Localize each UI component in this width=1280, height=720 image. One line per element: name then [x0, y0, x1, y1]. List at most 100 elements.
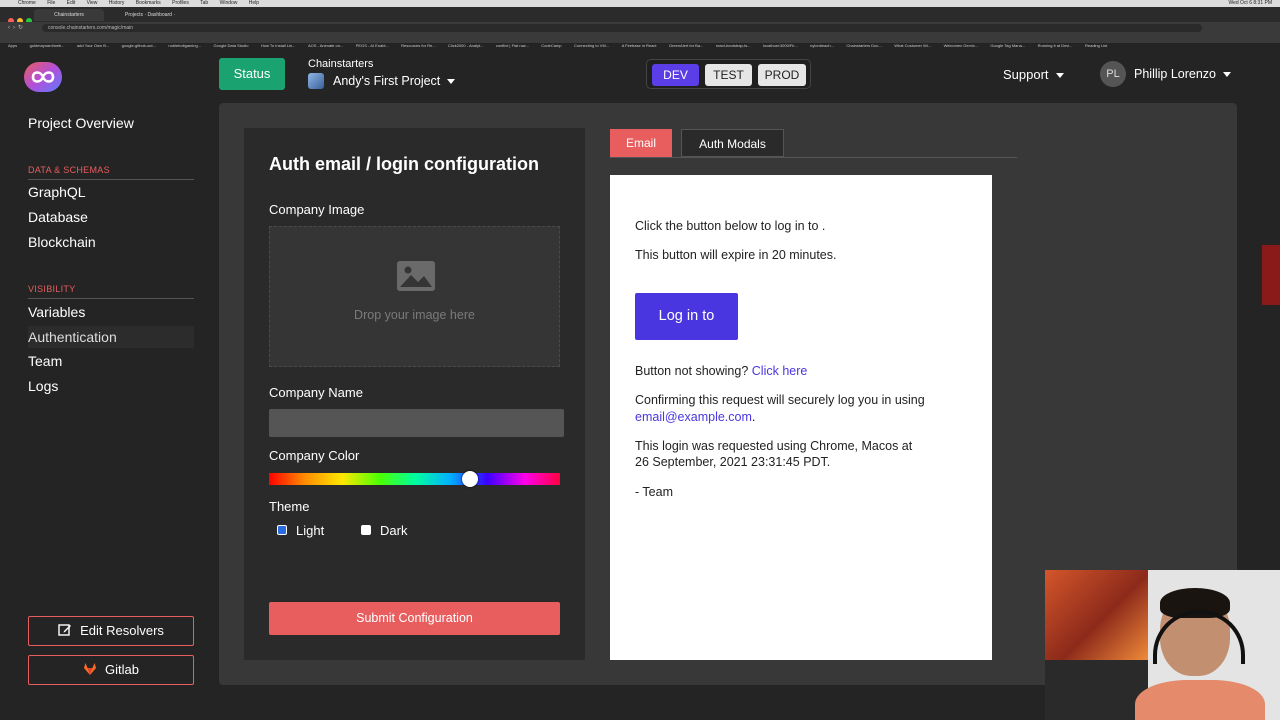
- bookmark[interactable]: CodeCamp: [541, 41, 561, 50]
- divider: [28, 298, 194, 299]
- status-button[interactable]: Status: [219, 58, 285, 90]
- login-button[interactable]: Log in to: [635, 293, 738, 340]
- os-menu-item[interactable]: Edit: [67, 0, 76, 6]
- not-showing-text: Button not showing? Click here: [635, 363, 807, 379]
- bookmark[interactable]: Chainstarters Doc...: [846, 41, 881, 50]
- user-menu[interactable]: Phillip Lorenzo: [1134, 67, 1231, 81]
- preview-line1: Click the button below to log in to .: [635, 219, 826, 233]
- bookmark[interactable]: nobleboltgaming...: [168, 41, 201, 50]
- sidebar-item-team[interactable]: Team: [28, 350, 194, 372]
- sidebar-item-blockchain[interactable]: Blockchain: [28, 231, 194, 253]
- browser-tab-bar: Chainstarters Dashboard Projects · Dashb…: [0, 7, 1280, 30]
- bookmark[interactable]: A Firebase in React: [622, 41, 657, 50]
- bookmark[interactable]: PEGS - AI Enabl...: [356, 41, 389, 50]
- bookmark[interactable]: Resources for Re...: [401, 41, 435, 50]
- bookmark[interactable]: Apps: [8, 41, 17, 50]
- bookmark[interactable]: Connecting to VM...: [574, 41, 609, 50]
- tab-email[interactable]: Email: [610, 129, 672, 157]
- bookmark[interactable]: Welcomex Gerviv...: [944, 41, 978, 50]
- section-label-visibility: VISIBILITY: [28, 284, 76, 294]
- company-name-label: Company Name: [269, 385, 363, 400]
- confirming-text: Confirming this request will securely lo…: [635, 393, 925, 407]
- bookmark[interactable]: Reading List: [1085, 41, 1107, 50]
- env-prod-button[interactable]: PROD: [758, 64, 806, 86]
- org-name: Chainstarters: [308, 58, 374, 70]
- signoff: - Team: [635, 485, 673, 499]
- theme-light-checkbox[interactable]: [277, 525, 287, 535]
- os-menu-item[interactable]: Bookmarks: [136, 0, 161, 6]
- click-here-link[interactable]: Click here: [752, 364, 808, 378]
- bookmark[interactable]: GreenAlert for Ba...: [669, 41, 703, 50]
- bookmark[interactable]: Google Data Studio: [214, 41, 249, 50]
- os-menu-item[interactable]: History: [109, 0, 125, 6]
- os-menu-item[interactable]: View: [87, 0, 98, 6]
- email-link[interactable]: email@example.com: [635, 410, 752, 424]
- color-slider-handle[interactable]: [461, 471, 478, 487]
- company-name-input[interactable]: [269, 409, 564, 437]
- os-menu-item[interactable]: Profiles: [172, 0, 189, 6]
- sidebar-item-database[interactable]: Database: [28, 206, 194, 228]
- sidebar-item-logs[interactable]: Logs: [28, 375, 194, 397]
- bookmark[interactable]: AOS - Animate on...: [308, 41, 343, 50]
- bookmark[interactable]: What Customer Wi...: [894, 41, 931, 50]
- bookmark[interactable]: goldmaynard/web...: [30, 41, 65, 50]
- preview-line2: This button will expire in 20 minutes.: [635, 248, 837, 262]
- os-clock: Wed Oct 6 8:31 PM: [1228, 0, 1272, 6]
- image-icon: [397, 261, 435, 291]
- bookmark[interactable]: add Your Own B...: [77, 41, 109, 50]
- chainstarters-logo-icon[interactable]: [24, 62, 62, 92]
- browser-nav-icons[interactable]: ‹›↻: [8, 22, 26, 34]
- bookmark[interactable]: conflict | Flat nav...: [496, 41, 529, 50]
- os-menu-bar: Chrome File Edit View History Bookmarks …: [0, 0, 1280, 7]
- os-menu-item[interactable]: Tab: [200, 0, 208, 6]
- support-label: Support: [1003, 67, 1049, 82]
- avatar[interactable]: PL: [1100, 61, 1126, 87]
- project-overview-link[interactable]: Project Overview: [28, 115, 134, 131]
- address-input[interactable]: console.chainstarters.com/magic/main: [42, 24, 1202, 32]
- requested-line1: This login was requested using Chrome, M…: [635, 439, 913, 453]
- bookmark[interactable]: nylonbeach...: [810, 41, 834, 50]
- bookmark[interactable]: localhost:3000/Fir...: [763, 41, 798, 50]
- os-menu-item[interactable]: File: [47, 0, 55, 6]
- bookmark[interactable]: react-bootstrap-ts...: [716, 41, 751, 50]
- os-menu-item[interactable]: Chrome: [18, 0, 36, 6]
- webcam-desk: [1045, 660, 1148, 720]
- support-menu[interactable]: Support: [1003, 67, 1064, 82]
- section-label-data: DATA & SCHEMAS: [28, 165, 110, 175]
- bookmark[interactable]: How To Install Lin...: [261, 41, 296, 50]
- bookmark[interactable]: Click2000 - Analyt...: [448, 41, 483, 50]
- theme-dark-checkbox[interactable]: [361, 525, 371, 535]
- image-dropzone[interactable]: Drop your image here: [269, 226, 560, 367]
- color-hue-slider[interactable]: [269, 473, 560, 485]
- project-selector[interactable]: Andy's First Project: [308, 72, 456, 89]
- theme-label: Theme: [269, 499, 310, 514]
- env-dev-button[interactable]: DEV: [652, 64, 699, 86]
- sidebar-item-variables[interactable]: Variables: [28, 301, 194, 323]
- env-test-button[interactable]: TEST: [705, 64, 752, 86]
- submit-configuration-button[interactable]: Submit Configuration: [269, 602, 560, 635]
- browser-tab[interactable]: Chainstarters Dashboard: [34, 9, 104, 30]
- sidebar-item-authentication[interactable]: Authentication: [28, 326, 194, 348]
- bookmark[interactable]: google-github-act...: [122, 41, 156, 50]
- company-image-label: Company Image: [269, 202, 365, 217]
- email-preview: Click the button below to log in to . Th…: [610, 175, 992, 660]
- edit-resolvers-button[interactable]: Edit Resolvers: [28, 616, 194, 646]
- edit-resolvers-label: Edit Resolvers: [80, 623, 164, 638]
- webcam-person-shirt: [1135, 680, 1265, 720]
- divider: [28, 179, 194, 180]
- os-menu-item[interactable]: Window: [220, 0, 238, 6]
- requested-line2: 26 September, 2021 23:31:45 PDT.: [635, 455, 831, 469]
- bookmark[interactable]: Google Tag Mana...: [990, 41, 1025, 50]
- tab-auth-modals[interactable]: Auth Modals: [681, 129, 784, 157]
- theme-light-label: Light: [296, 523, 325, 538]
- bookmarks-bar: Apps goldmaynard/web... add Your Own B..…: [0, 34, 1280, 48]
- project-icon: [308, 72, 324, 89]
- gitlab-button[interactable]: Gitlab: [28, 655, 194, 685]
- dropzone-text: Drop your image here: [354, 308, 475, 322]
- config-title: Auth email / login configuration: [269, 154, 539, 174]
- sidebar-item-graphql[interactable]: GraphQL: [28, 181, 194, 203]
- os-menu-item[interactable]: Help: [249, 0, 259, 6]
- chevron-down-icon: [1223, 72, 1231, 78]
- bookmark[interactable]: Running it at Devi...: [1038, 41, 1073, 50]
- browser-tab[interactable]: Projects · Dashboard · GitLab: [110, 9, 190, 30]
